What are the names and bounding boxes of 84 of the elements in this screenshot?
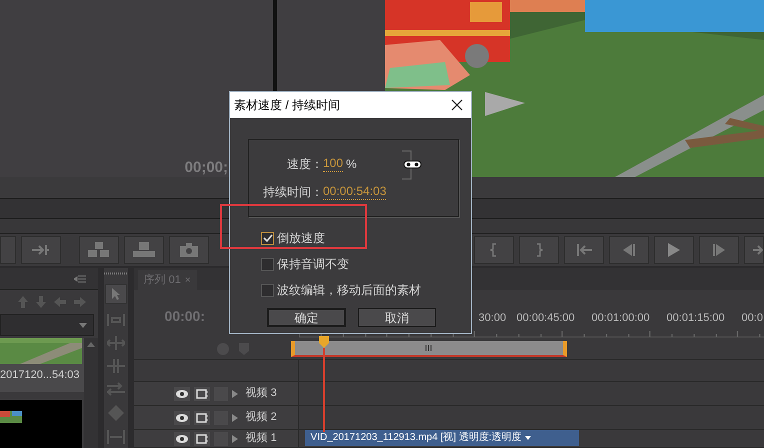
up-arrow-icon[interactable] — [18, 296, 28, 308]
timecode: 00;00; — [184, 160, 228, 175]
ruler-label: 00:00:45:00 — [516, 313, 576, 326]
ruler-label: 00:0 — [742, 313, 764, 326]
overlay-icon — [133, 242, 155, 258]
arrow-bracket-icon — [31, 244, 51, 256]
cancel-button[interactable]: 取消 — [358, 308, 436, 327]
clip-name: 2017120... — [0, 370, 52, 381]
track-header[interactable]: 视频 1 — [134, 430, 299, 447]
clip-duration: 54:03 — [52, 370, 80, 381]
track-name: 视频 3 — [246, 386, 277, 402]
ripple-icon[interactable] — [106, 336, 125, 350]
ruler-label: 00:01:00:00 — [592, 313, 651, 326]
toolbar-button[interactable] — [21, 236, 61, 264]
speed-value[interactable]: 100 — [323, 156, 344, 172]
track-name: 视频 1 — [246, 431, 277, 446]
razor-icon[interactable] — [108, 405, 124, 421]
grip-icon — [425, 344, 432, 350]
link-icon[interactable] — [401, 150, 423, 180]
toolbar-button[interactable] — [474, 236, 514, 264]
thumbnail-card[interactable]: 2017120...54:03 — [0, 338, 84, 392]
checkbox-label[interactable]: 倒放速度 — [277, 229, 325, 247]
expand-icon[interactable] — [232, 414, 238, 422]
track-select-icon[interactable] — [106, 313, 125, 327]
toolbar-button[interactable] — [519, 236, 559, 264]
toolbar-button[interactable] — [744, 236, 764, 264]
panel-menu-icon[interactable] — [74, 274, 86, 282]
play-icon — [668, 243, 680, 258]
go-to-in-icon — [575, 244, 593, 256]
track-header[interactable]: 视频 2 — [134, 406, 299, 429]
field-label: 速度： — [286, 156, 323, 173]
eye-icon[interactable] — [174, 410, 190, 424]
toolbar-button[interactable] — [609, 236, 649, 264]
caret-icon — [78, 322, 87, 328]
toolbar-button[interactable] — [169, 236, 209, 264]
track-name: 视频 2 — [246, 410, 277, 426]
toolbar-button[interactable] — [654, 236, 694, 264]
checkbox[interactable] — [261, 232, 274, 244]
rolling-icon[interactable] — [106, 359, 125, 373]
scrollbar[interactable] — [84, 338, 98, 448]
down-arrow-icon[interactable] — [36, 296, 46, 308]
expand-icon[interactable] — [232, 390, 238, 398]
eye-icon[interactable] — [174, 432, 190, 446]
checkbox[interactable] — [261, 258, 274, 270]
rate-stretch-icon[interactable] — [106, 382, 125, 396]
caret-icon[interactable] — [524, 436, 531, 440]
ruler-label: 30:00 — [478, 313, 508, 326]
film-icon[interactable] — [194, 386, 210, 400]
camera-icon — [180, 243, 198, 258]
video-clip[interactable]: VID_20171203_112913.mp4 [视] 透明度:透明度 — [304, 430, 579, 446]
selection-tool[interactable] — [104, 284, 127, 304]
ok-button[interactable]: 确定 — [267, 308, 346, 327]
right-arrow-icon[interactable] — [74, 297, 86, 307]
film-icon[interactable] — [194, 410, 210, 424]
checkbox-label[interactable]: 波纹编辑，移动后面的素材 — [277, 281, 421, 299]
scroll-up-icon — [86, 342, 95, 347]
insert-icon — [88, 242, 110, 258]
film-icon[interactable] — [194, 432, 210, 446]
ruler-label: 00:01:15:00 — [666, 313, 726, 326]
grip-icon — [104, 272, 128, 275]
eye-icon[interactable] — [174, 386, 190, 400]
close-icon[interactable] — [451, 99, 463, 111]
arrow-icon — [753, 244, 763, 256]
brace-icon — [535, 243, 543, 258]
checkbox[interactable] — [261, 284, 274, 296]
slip-icon[interactable] — [106, 430, 125, 444]
field-label: 持续时间： — [262, 184, 323, 201]
playhead-handle[interactable] — [319, 336, 329, 348]
brace-icon — [490, 243, 498, 258]
toolbar-button[interactable] — [699, 236, 739, 264]
expand-icon[interactable] — [232, 434, 238, 442]
toolbar-button[interactable] — [564, 236, 604, 264]
toolbar-button[interactable] — [124, 236, 164, 264]
pointer-icon — [112, 288, 120, 300]
work-area-bar[interactable] — [290, 340, 567, 356]
track-header[interactable]: 视频 3 — [134, 382, 299, 405]
checkbox-label[interactable]: 保持音调不变 — [277, 255, 349, 273]
toolbar-button[interactable] — [79, 236, 119, 264]
step-forward-icon — [712, 244, 726, 256]
dialog-title: 素材速度 / 持续时间 — [234, 97, 340, 114]
duration-value[interactable]: 00:00:54:03 — [323, 184, 386, 200]
unit-label: % — [346, 156, 357, 173]
step-back-icon — [622, 244, 636, 256]
left-arrow-icon[interactable] — [54, 297, 66, 307]
